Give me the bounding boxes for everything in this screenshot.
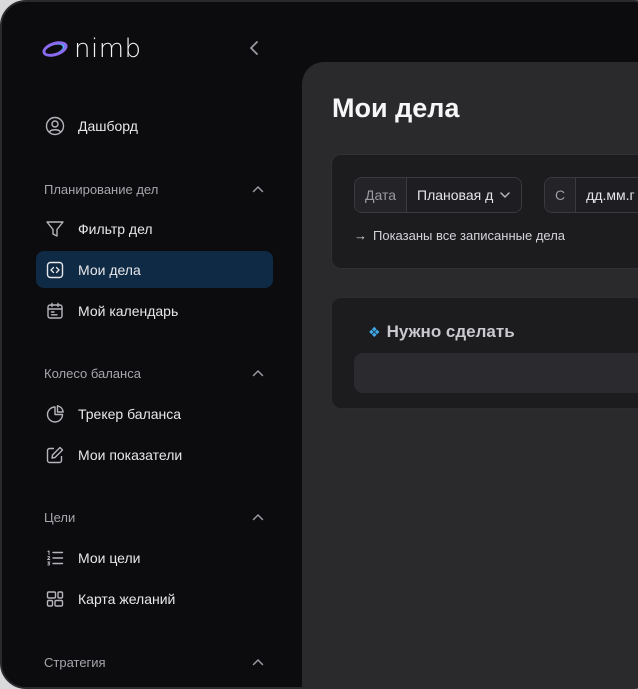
logo-mark [40,38,70,60]
sidebar-item-wish-map[interactable]: Карта желаний [36,580,273,617]
chevron-up-icon [252,513,264,521]
sidebar-item-dashboard[interactable]: Дашборд [36,107,273,144]
hint-text: Показаны все записанные дела [373,228,566,243]
calendar-icon [47,302,63,319]
todo-column: ❖ Нужно сделать [331,297,638,409]
sidebar-item-my-tasks[interactable]: Мои дела [36,251,273,288]
sidebar-item-label: Карта желаний [78,590,176,607]
todo-title-text: Нужно сделать [386,322,515,341]
sidebar-item-my-metrics[interactable]: Мои показатели [36,436,273,473]
date-from-input-group[interactable]: С дд.мм.г [544,177,638,213]
layout-grid-icon [46,590,64,607]
sidebar-item-my-goals[interactable]: Мои цели [36,539,273,576]
filter-panel: Дата Плановая д С дд.мм.г → Показаны все… [331,154,638,269]
section-balance-wheel[interactable]: Колесо баланса [44,363,264,383]
chevron-up-icon [252,369,264,377]
sidebar-item-label: Мои показатели [78,446,183,463]
pie-chart-icon [46,404,64,423]
code-square-icon [46,261,64,278]
todo-column-title: ❖ Нужно сделать [368,322,515,342]
logo[interactable]: nimb [40,34,142,64]
section-title: Планирование дел [44,181,159,197]
section-title: Стратегия [44,654,106,670]
sidebar-item-balance-tracker[interactable]: Трекер баланса [36,395,273,432]
collapse-sidebar-button[interactable] [244,38,264,58]
diamond-icon: ❖ [368,323,381,340]
funnel-icon [46,220,64,237]
sidebar-item-label: Фильтр дел [78,220,153,237]
chevron-left-icon [250,41,258,55]
sidebar: nimb Дашборд Планирование дел Фильтр дел… [2,2,302,687]
arrow-right-icon: → [354,228,367,243]
filter-hint: → Показаны все записанные дела [354,228,565,243]
section-strategy[interactable]: Стратегия [44,652,264,672]
section-title: Колесо баланса [44,365,141,381]
sidebar-item-label: Трекер баланса [78,405,182,422]
date-type-text: Плановая д [417,187,494,203]
section-title: Цели [44,509,76,525]
chevron-up-icon [252,658,264,666]
chevron-up-icon [252,185,264,193]
date-label: Дата [355,178,408,212]
date-type-select[interactable]: Дата Плановая д [354,177,523,213]
page-title: Мои дела [332,93,460,123]
date-type-value[interactable]: Плановая д [407,178,522,212]
sidebar-item-label: Мои цели [78,549,141,566]
section-goals[interactable]: Цели [44,507,264,527]
sidebar-item-task-filter[interactable]: Фильтр дел [36,210,273,247]
chevron-down-icon [500,192,511,199]
section-planning[interactable]: Планирование дел [44,179,264,199]
sidebar-item-my-calendar[interactable]: Мой календарь [36,292,273,329]
sidebar-item-label: Дашборд [78,117,138,134]
date-from-input[interactable]: дд.мм.г [576,178,638,212]
logo-text: nimb [74,34,142,64]
main-content: Мои дела Дата Плановая д С дд.мм.г → Пок… [302,62,638,687]
edit-icon [46,446,64,463]
sidebar-item-label: Мои дела [78,261,141,278]
add-task-area[interactable] [354,353,638,393]
user-circle-icon [45,116,65,135]
sidebar-item-label: Мой календарь [78,302,179,319]
numbered-list-icon [46,549,64,566]
app-window: nimb Дашборд Планирование дел Фильтр дел… [0,0,638,689]
from-label: С [545,178,577,212]
